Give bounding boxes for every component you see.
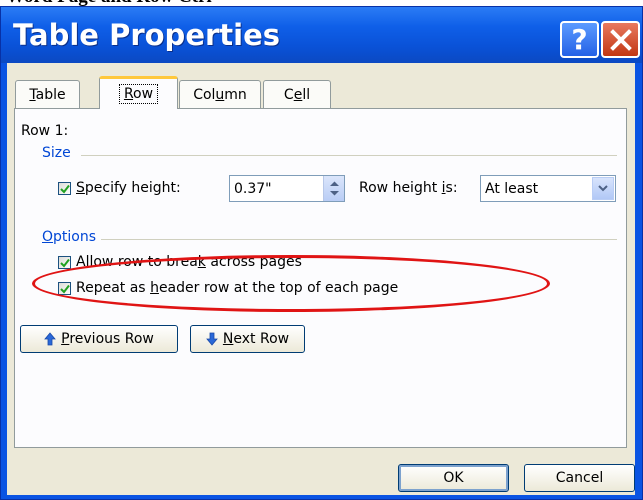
cancel-button[interactable]: Cancel: [524, 464, 635, 492]
question-icon: ?: [571, 22, 588, 56]
title-bar: Table Properties ?: [1, 7, 642, 63]
allow-break-label[interactable]: Allow row to break across pages: [76, 254, 302, 270]
tab-row-label: Row: [118, 84, 159, 104]
tab-column-label: Column: [193, 86, 247, 103]
table-properties-dialog: Table Properties ? Table Row Column Cell…: [0, 6, 643, 500]
next-row-label: Next Row: [222, 331, 290, 347]
size-group-divider: [81, 155, 617, 156]
row-tab-panel: Row 1: Size Specify height: 0.37" Row he…: [14, 108, 627, 448]
close-icon: [609, 28, 632, 51]
spin-down-icon: [329, 191, 339, 196]
dialog-title: Table Properties: [13, 18, 281, 52]
dialog-client-area: Table Row Column Cell Row 1: Size Specif…: [7, 63, 635, 495]
height-spinbox[interactable]: 0.37": [229, 175, 345, 202]
height-spinner[interactable]: [323, 176, 344, 201]
previous-row-label: Previous Row: [61, 331, 154, 347]
help-button[interactable]: ?: [560, 21, 599, 58]
allow-break-checkbox[interactable]: [58, 256, 71, 269]
options-group-title: Options: [42, 229, 97, 245]
dropdown-button[interactable]: [592, 177, 614, 200]
options-group-divider: [101, 239, 617, 240]
size-group-title: Size: [42, 145, 71, 161]
row-label: Row 1:: [21, 123, 69, 139]
close-button[interactable]: [601, 21, 640, 58]
repeat-header-checkbox[interactable]: [58, 282, 71, 295]
next-row-button[interactable]: Next Row: [190, 325, 305, 353]
checkmark-icon: [60, 184, 70, 194]
tab-column[interactable]: Column: [179, 80, 261, 108]
specify-height-checkbox[interactable]: [58, 182, 71, 195]
row-height-mode-value: At least: [485, 180, 539, 197]
checkmark-icon: [60, 258, 70, 268]
tab-row[interactable]: Row: [99, 76, 178, 109]
row-height-is-label: Row height is:: [359, 180, 458, 196]
arrow-down-icon: [206, 332, 218, 346]
tab-table[interactable]: Table: [15, 80, 80, 108]
row-height-mode-select[interactable]: At least: [480, 175, 616, 202]
spin-up-icon: [329, 181, 339, 186]
tab-table-label: Table: [29, 86, 66, 103]
ok-button[interactable]: OK: [398, 464, 509, 492]
height-value: 0.37": [234, 180, 272, 197]
previous-row-button[interactable]: Previous Row: [20, 325, 178, 353]
arrow-up-icon: [44, 332, 56, 346]
chevron-down-icon: [598, 185, 608, 192]
repeat-header-label[interactable]: Repeat as header row at the top of each …: [76, 280, 398, 296]
checkmark-icon: [60, 284, 70, 294]
tab-cell[interactable]: Cell: [263, 80, 331, 108]
specify-height-label[interactable]: Specify height:: [76, 180, 181, 196]
tab-cell-label: Cell: [283, 86, 311, 103]
